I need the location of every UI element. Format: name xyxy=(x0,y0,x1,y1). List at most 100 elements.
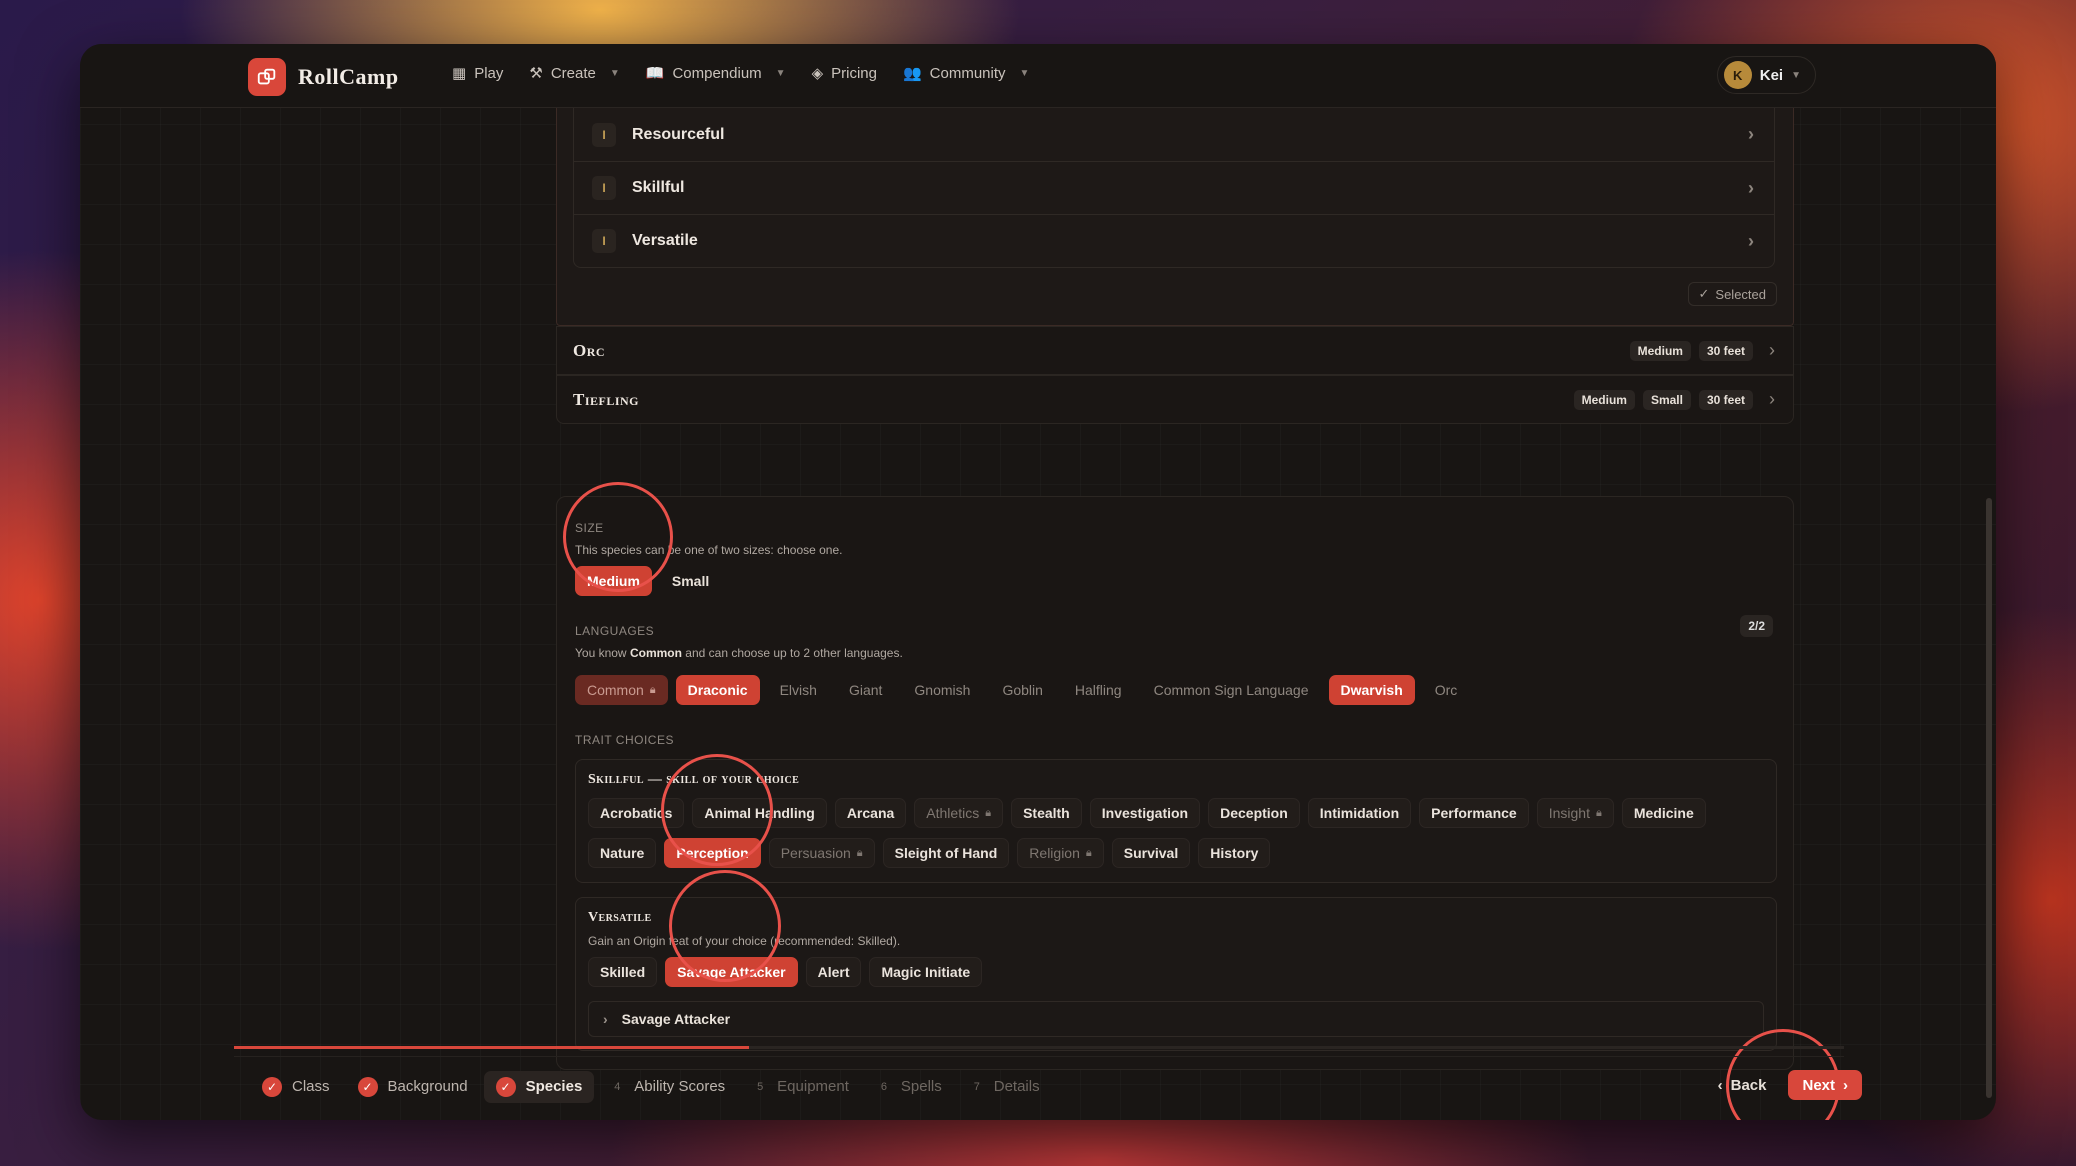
feat-name: Skillful xyxy=(632,179,685,196)
skill-medicine[interactable]: Medicine xyxy=(1621,798,1706,828)
back-button[interactable]: ‹ Back xyxy=(1718,1077,1767,1094)
skill-sleight-of-hand[interactable]: Sleight of Hand xyxy=(882,838,1010,868)
language-orc[interactable]: Orc xyxy=(1423,675,1470,705)
species-tag: Small xyxy=(1642,389,1691,410)
size-option-small[interactable]: Small xyxy=(660,566,721,596)
wizard-steps: ✓ Class ✓ Background ✓ Species 4 Ability… xyxy=(234,1056,1844,1116)
skill-arcana[interactable]: Arcana xyxy=(834,798,907,828)
check-icon: ✓ xyxy=(357,1076,378,1097)
skill-history[interactable]: History xyxy=(1198,838,1271,868)
species-row-orc[interactable]: Orc Medium 30 feet › xyxy=(556,326,1794,375)
language-giant[interactable]: Giant xyxy=(837,675,894,705)
nav-create-label: Create xyxy=(550,64,596,82)
next-button[interactable]: Next › xyxy=(1788,1070,1862,1100)
nav-pricing[interactable]: ◈ Pricing xyxy=(812,64,877,83)
species-row-tiefling[interactable]: Tiefling Medium Small 30 feet › xyxy=(556,375,1794,424)
back-label: Back xyxy=(1730,1076,1767,1094)
skill-perception[interactable]: Perception xyxy=(664,838,761,868)
feat-option-skilled[interactable]: Skilled xyxy=(588,957,658,987)
feat-badge: I xyxy=(592,176,616,200)
versatile-options: Skilled Savage Attacker Alert Magic Init… xyxy=(588,957,983,987)
step-equipment[interactable]: 5 Equipment xyxy=(741,1071,861,1103)
language-draconic[interactable]: Draconic xyxy=(675,675,760,705)
size-desc: This species can be one of two sizes: ch… xyxy=(575,543,843,557)
skill-label: Insight xyxy=(1548,805,1590,821)
skill-label: Athletics xyxy=(926,805,980,821)
languages-desc-known: Common xyxy=(629,646,682,660)
nav-compendium-label: Compendium xyxy=(672,64,762,82)
feat-badge: I xyxy=(592,122,616,147)
nav-play[interactable]: ▦ Play xyxy=(452,64,503,83)
skill-animal-handling[interactable]: Animal Handling xyxy=(692,798,827,828)
step-class[interactable]: ✓ Class xyxy=(250,1071,342,1103)
nav-create[interactable]: ⚒ Create ▼ xyxy=(529,64,620,83)
step-details[interactable]: 7 Details xyxy=(958,1071,1052,1103)
skill-stealth[interactable]: Stealth xyxy=(1011,798,1082,828)
chevron-down-icon: ▼ xyxy=(609,67,620,79)
skill-deception[interactable]: Deception xyxy=(1208,798,1300,828)
avatar: K xyxy=(1723,61,1752,89)
skill-acrobatics[interactable]: Acrobatics xyxy=(588,798,685,828)
lock-icon: 🔒︎ xyxy=(1085,846,1092,859)
feat-option-savage-attacker[interactable]: Savage Attacker xyxy=(665,957,798,987)
skill-insight: Insight 🔒︎ xyxy=(1536,798,1614,828)
feat-row-skillful[interactable]: I Skillful › xyxy=(574,161,1774,214)
wizard-nav-buttons: ‹ Back Next › xyxy=(1718,1070,1862,1100)
brand-name: RollCamp xyxy=(298,64,399,89)
feat-name: Resourceful xyxy=(632,125,725,143)
step-number: 4 xyxy=(614,1080,621,1093)
size-options: Medium Small xyxy=(575,566,721,596)
skill-nature[interactable]: Nature xyxy=(588,838,657,868)
progress-bar xyxy=(234,1046,1844,1049)
check-icon: ✓ xyxy=(1698,286,1710,301)
languages-counter: 2/2 xyxy=(1740,615,1773,637)
feat-option-alert[interactable]: Alert xyxy=(805,957,862,987)
trait-choices-label: Trait Choices xyxy=(575,733,674,747)
step-label: Ability Scores xyxy=(634,1078,726,1095)
progress-fill xyxy=(234,1046,750,1049)
step-spells[interactable]: 6 Spells xyxy=(865,1071,954,1103)
species-tag: 30 feet xyxy=(1698,340,1753,361)
step-species[interactable]: ✓ Species xyxy=(483,1070,595,1103)
brand[interactable]: RollCamp xyxy=(248,58,399,96)
step-background[interactable]: ✓ Background xyxy=(346,1071,480,1103)
languages-desc-prefix: You know xyxy=(575,646,627,660)
skill-label: Persuasion xyxy=(780,845,851,861)
language-halfling[interactable]: Halfling xyxy=(1063,675,1134,705)
nav-community[interactable]: 👥 Community ▼ xyxy=(903,64,1029,83)
language-common: Common 🔒︎ xyxy=(575,675,668,705)
user-menu[interactable]: K Kei ▼ xyxy=(1716,56,1816,94)
feat-row-versatile[interactable]: I Versatile › xyxy=(574,214,1774,267)
language-options: Common 🔒︎ Draconic Elvish Giant Gnomish … xyxy=(575,675,1469,705)
app-window: RollCamp ▦ Play ⚒ Create ▼ 📖 Compendium … xyxy=(80,44,1996,1120)
skill-survival[interactable]: Survival xyxy=(1111,838,1191,868)
language-goblin[interactable]: Goblin xyxy=(990,675,1054,705)
feat-badge: I xyxy=(592,229,616,253)
hammer-icon: ⚒ xyxy=(529,65,543,82)
scrollbar[interactable] xyxy=(1986,108,1992,1098)
lock-icon: 🔒︎ xyxy=(856,846,863,859)
language-common-sign[interactable]: Common Sign Language xyxy=(1142,675,1321,705)
skill-intimidation[interactable]: Intimidation xyxy=(1307,798,1412,828)
feat-option-magic-initiate[interactable]: Magic Initiate xyxy=(869,957,983,987)
feat-details-expander[interactable]: › Savage Attacker xyxy=(588,1001,1764,1037)
nav-compendium[interactable]: 📖 Compendium ▼ xyxy=(645,64,786,83)
species-tag: 30 feet xyxy=(1698,389,1753,410)
language-elvish[interactable]: Elvish xyxy=(768,675,829,705)
skill-options-row1: Acrobatics Animal Handling Arcana Athlet… xyxy=(588,798,1706,828)
chevron-right-icon: › xyxy=(1748,177,1754,198)
check-icon: ✓ xyxy=(495,1076,516,1097)
size-option-medium[interactable]: Medium xyxy=(575,566,652,596)
book-icon: 📖 xyxy=(645,65,665,82)
languages-label: Languages xyxy=(575,624,655,638)
chevron-right-icon: › xyxy=(1769,389,1775,409)
step-ability-scores[interactable]: 4 Ability Scores xyxy=(598,1071,737,1103)
feat-row-resourceful[interactable]: I Resourceful › xyxy=(574,108,1774,161)
skill-label: Religion xyxy=(1029,845,1080,861)
language-dwarvish[interactable]: Dwarvish xyxy=(1328,675,1415,705)
chevron-down-icon: ▼ xyxy=(1791,69,1801,81)
skill-performance[interactable]: Performance xyxy=(1419,798,1529,828)
scrollbar-thumb[interactable] xyxy=(1986,498,1992,1098)
language-gnomish[interactable]: Gnomish xyxy=(902,675,982,705)
skill-investigation[interactable]: Investigation xyxy=(1089,798,1201,828)
